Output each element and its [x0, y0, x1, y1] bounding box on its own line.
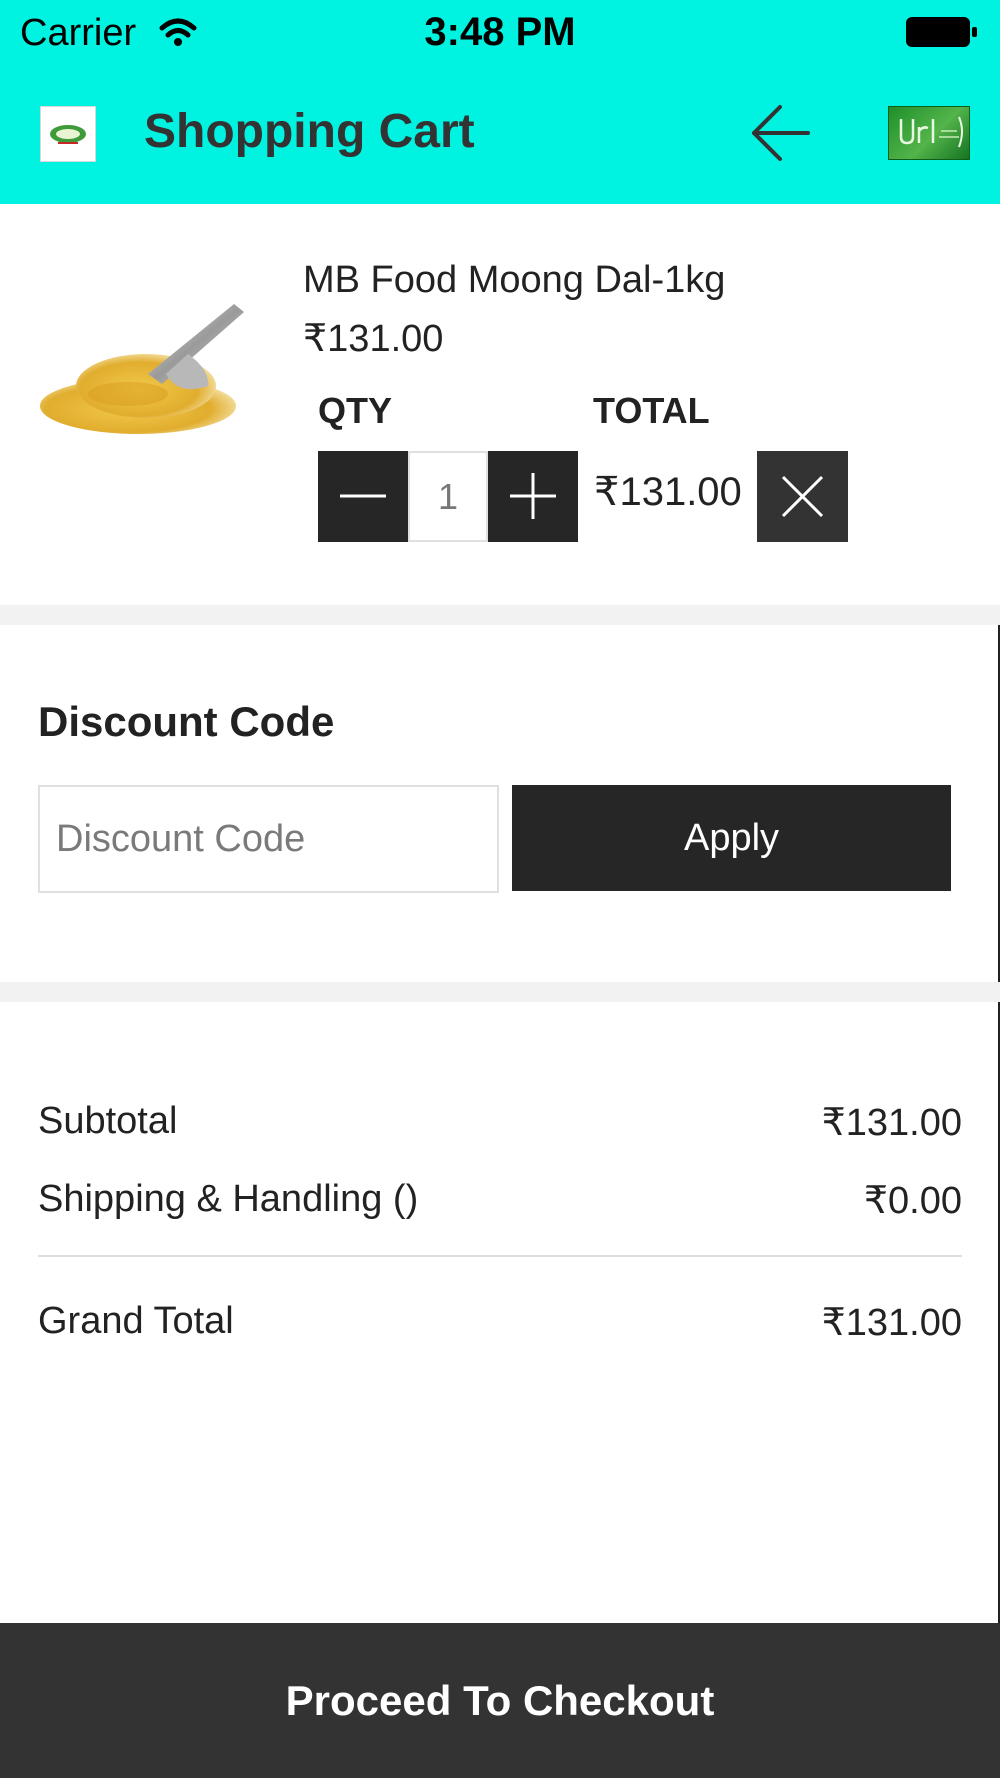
battery-icon	[906, 17, 977, 47]
discount-code-input[interactable]	[38, 785, 499, 893]
subtotal-label: Subtotal	[38, 1100, 178, 1142]
header-bar: Carrier 3:48 PM Shopping Cart	[0, 0, 1000, 204]
product-name[interactable]: MB Food Moong Dal-1kg	[303, 259, 725, 302]
line-total-value: ₹131.00	[594, 470, 742, 514]
status-bar: Carrier 3:48 PM	[0, 0, 1000, 70]
product-price: ₹131.00	[303, 318, 444, 360]
brand-badge-icon[interactable]	[888, 106, 970, 160]
brand-badge-mark	[899, 116, 963, 148]
section-divider	[0, 982, 1000, 1002]
proceed-to-checkout-button[interactable]: Proceed To Checkout	[0, 1623, 1000, 1778]
app-screen: Carrier 3:48 PM Shopping Cart MB Food Mo…	[0, 0, 1000, 1778]
store-logo-icon[interactable]	[40, 106, 96, 162]
subtotal-value: ₹131.00	[821, 1102, 962, 1144]
totals-divider	[38, 1255, 962, 1257]
qty-label: QTY	[318, 390, 393, 431]
quantity-stepper	[318, 451, 578, 542]
increase-quantity-button[interactable]	[488, 451, 578, 542]
clock-time: 3:48 PM	[424, 10, 576, 54]
shipping-value: ₹0.00	[863, 1180, 962, 1222]
total-label: TOTAL	[593, 390, 710, 431]
quantity-input[interactable]	[408, 451, 488, 542]
cart-item: MB Food Moong Dal-1kg ₹131.00 QTY TOTAL …	[0, 204, 1000, 608]
section-divider	[0, 605, 1000, 625]
minus-icon	[340, 494, 386, 498]
decrease-quantity-button[interactable]	[318, 451, 408, 542]
moong-dal-scoop-image	[40, 304, 244, 434]
plus-icon	[510, 473, 556, 519]
shipping-label: Shipping & Handling ()	[38, 1178, 419, 1220]
apply-discount-button[interactable]: Apply	[512, 785, 951, 891]
close-icon	[781, 475, 824, 518]
page-title: Shopping Cart	[144, 105, 475, 158]
discount-section-title: Discount Code	[38, 698, 335, 745]
back-arrow-icon[interactable]	[746, 98, 816, 168]
grand-total-label: Grand Total	[38, 1300, 234, 1342]
remove-item-button[interactable]	[757, 451, 848, 542]
grand-total-value: ₹131.00	[821, 1302, 962, 1344]
store-logo-mark	[50, 125, 86, 144]
